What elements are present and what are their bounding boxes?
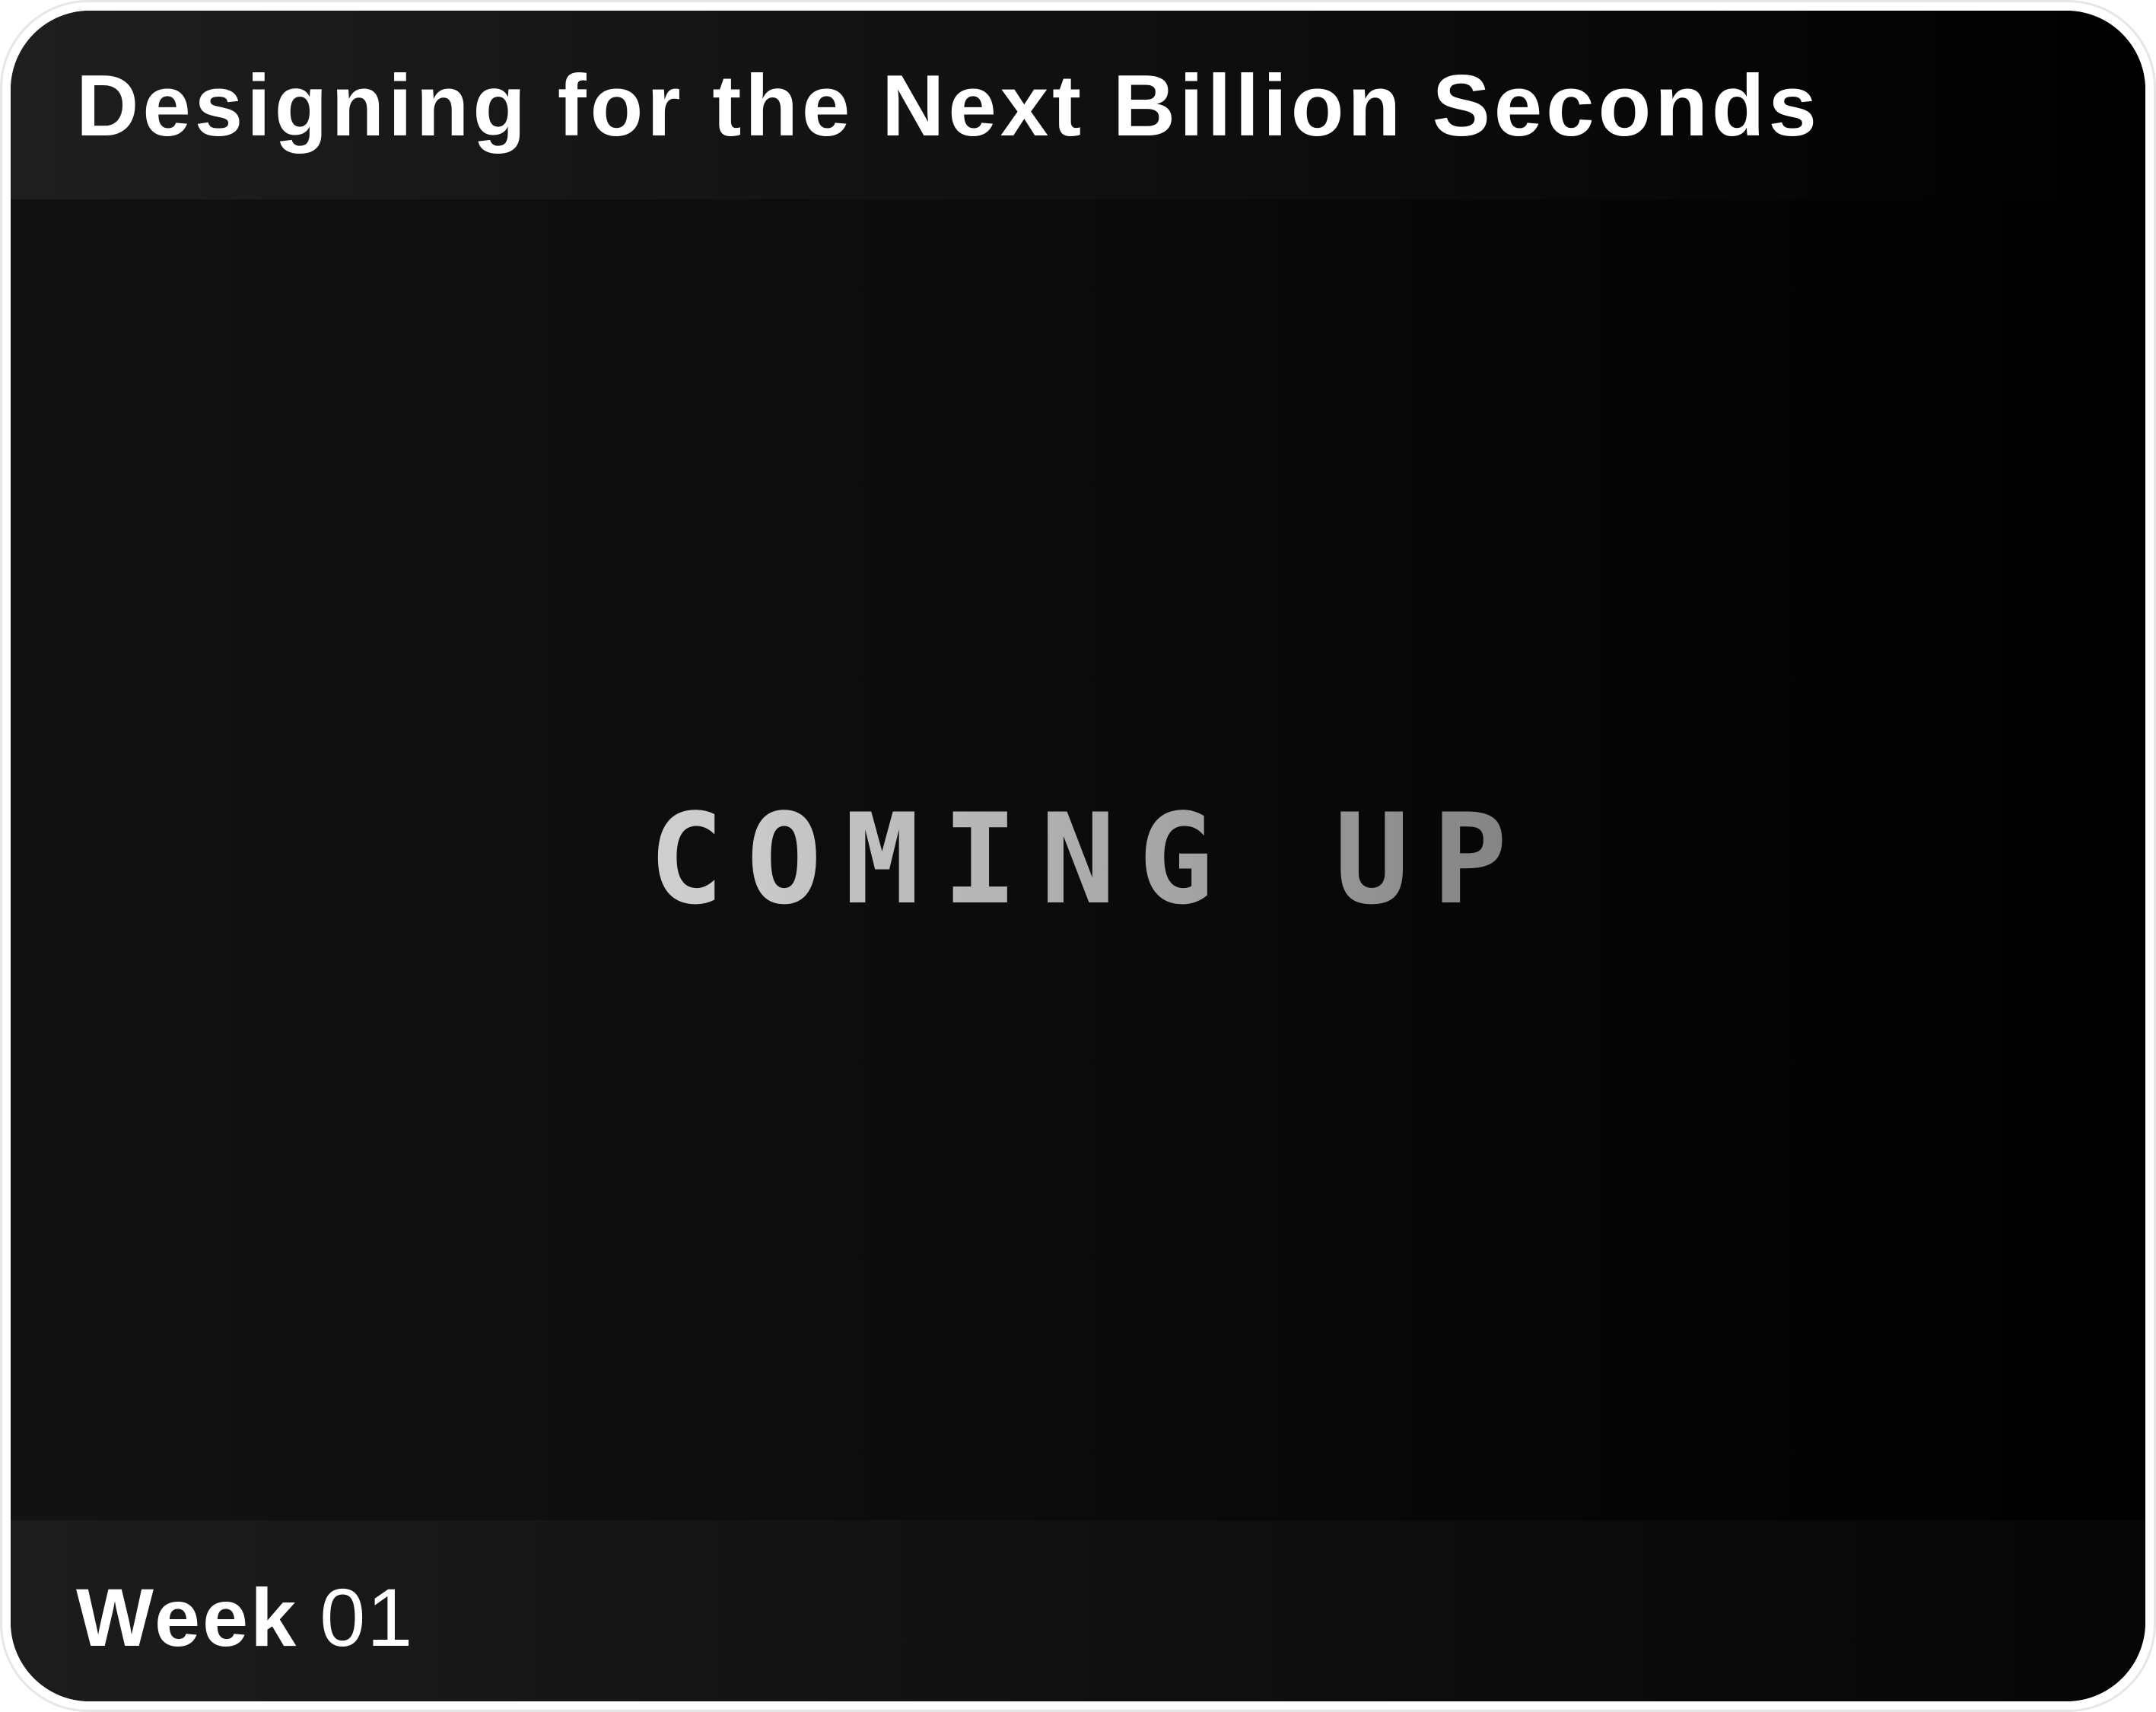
week-number: 01: [320, 1571, 415, 1663]
headline-wrapper: COMING UP: [11, 199, 2145, 1520]
coming-up-headline: COMING UP: [11, 791, 2145, 928]
card-header: Designing for the Next Billion Seconds: [11, 11, 2145, 199]
event-card: Designing for the Next Billion Seconds C…: [11, 11, 2145, 1701]
week-label: Week: [76, 1571, 299, 1663]
page-title: Designing for the Next Billion Seconds: [76, 58, 1821, 154]
week-indicator: Week 01: [76, 1572, 414, 1663]
card-body: COMING UP: [11, 199, 2145, 1520]
card-footer: Week 01: [11, 1520, 2145, 1701]
